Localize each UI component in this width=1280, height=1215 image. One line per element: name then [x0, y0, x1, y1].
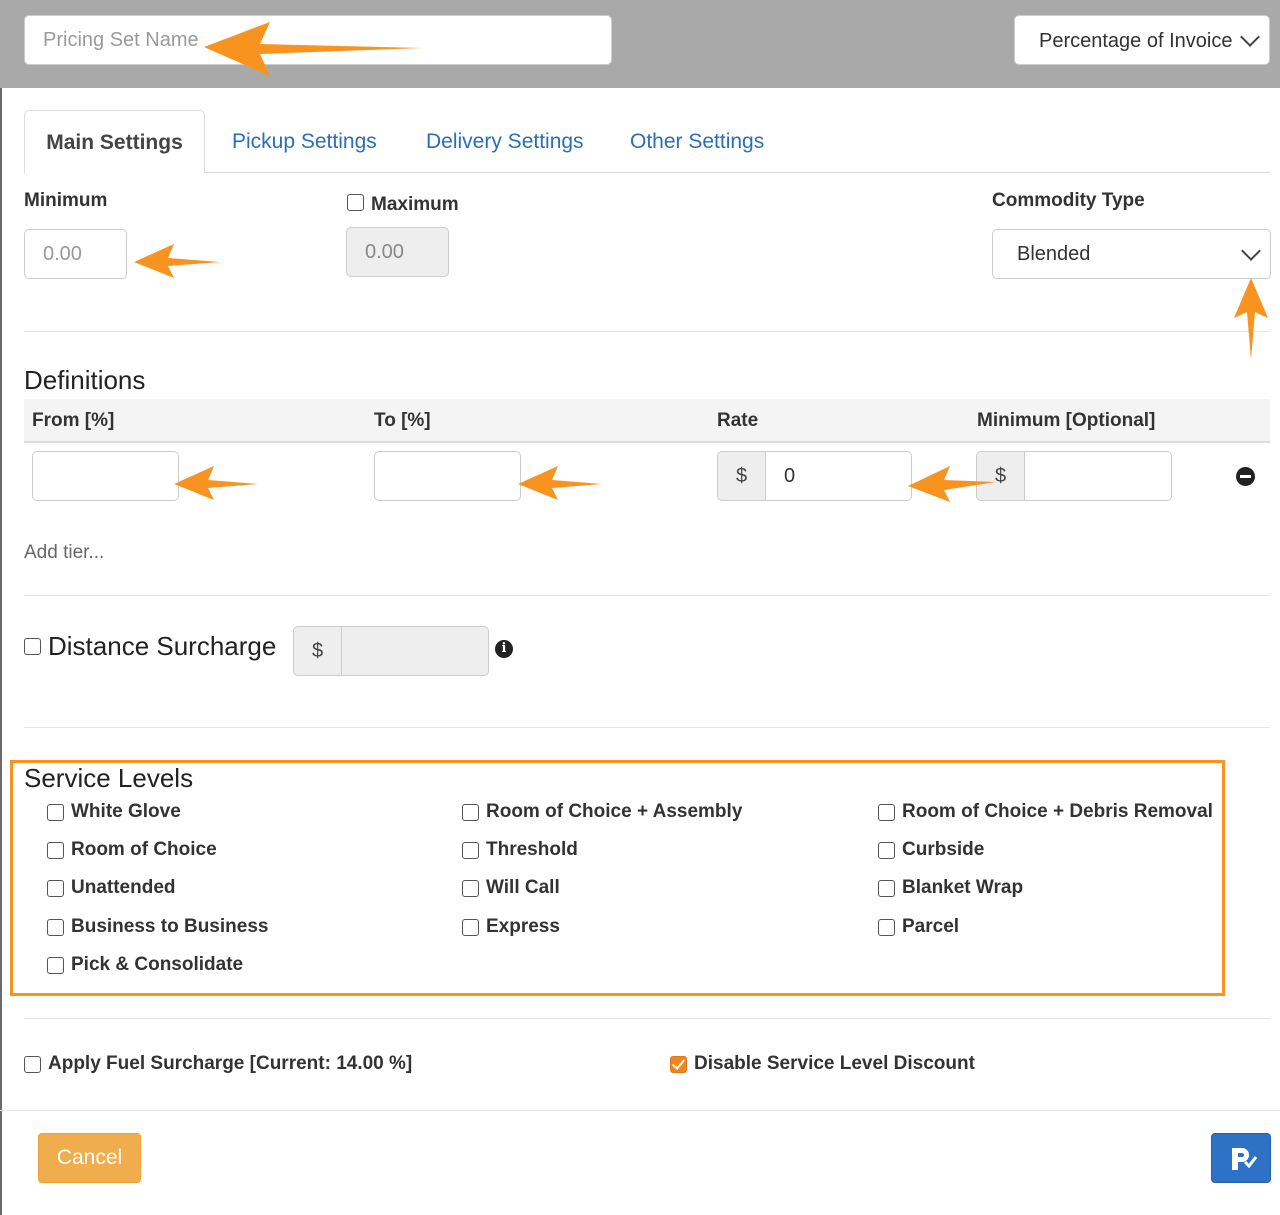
rate-value: 0 — [784, 464, 796, 487]
pricing-type-select[interactable]: Percentage of Invoice — [1014, 15, 1270, 65]
service-level-checkbox[interactable] — [878, 880, 895, 897]
definitions-title: Definitions — [24, 365, 146, 395]
service-level-label: Parcel — [902, 916, 960, 937]
to-percent-input[interactable] — [374, 451, 521, 501]
fuel-surcharge-checkbox[interactable] — [24, 1056, 41, 1073]
maximum-placeholder: 0.00 — [365, 240, 404, 263]
service-level-checkbox[interactable] — [878, 919, 895, 936]
distance-surcharge-label: Distance Surcharge — [48, 631, 277, 661]
service-level-label: Blanket Wrap — [902, 877, 1024, 898]
service-level-label: Room of Choice + Debris Removal — [902, 801, 1213, 822]
divider — [24, 595, 1270, 596]
add-tier-link[interactable]: Add tier... — [24, 542, 104, 564]
column-header-minimum-optional: Minimum [Optional] — [977, 410, 1156, 431]
column-header-from: From [%] — [32, 410, 115, 431]
service-level-label: Room of Choice — [71, 839, 217, 860]
service-level-label: Business to Business — [71, 916, 269, 937]
service-level-checkbox[interactable] — [47, 919, 64, 936]
left-edge — [0, 88, 2, 1215]
service-level-checkbox[interactable] — [878, 804, 895, 821]
annotation-arrow — [134, 244, 220, 278]
minimum-label: Minimum — [24, 190, 108, 211]
annotation-arrow — [174, 466, 258, 500]
divider — [24, 727, 1270, 728]
modal-header: Percentage of Invoice — [0, 0, 1280, 88]
column-header-to: To [%] — [374, 410, 431, 431]
service-level-checkbox[interactable] — [878, 842, 895, 859]
minimum-optional-currency-addon: $ — [976, 451, 1025, 501]
rate-input[interactable]: 0 — [765, 451, 912, 501]
fuel-surcharge-label: Apply Fuel Surcharge [Current: 14.00 %] — [48, 1053, 413, 1074]
commodity-type-label: Commodity Type — [992, 190, 1145, 211]
disable-service-level-discount-label: Disable Service Level Discount — [694, 1053, 975, 1074]
service-level-label: Room of Choice + Assembly — [486, 801, 743, 822]
service-level-checkbox[interactable] — [47, 804, 64, 821]
service-level-checkbox[interactable] — [47, 880, 64, 897]
commodity-type-select[interactable]: Blended — [992, 229, 1271, 279]
tab-pickup-settings[interactable]: Pickup Settings — [232, 110, 377, 173]
maximum-checkbox[interactable] — [347, 194, 364, 211]
annotation-arrow — [1234, 278, 1268, 360]
chevron-down-icon — [1241, 241, 1261, 261]
footer-divider — [0, 1110, 1280, 1111]
tab-other-settings[interactable]: Other Settings — [630, 110, 764, 173]
from-percent-input[interactable] — [32, 451, 179, 501]
distance-surcharge-checkbox[interactable] — [24, 638, 41, 655]
service-level-label: Curbside — [902, 839, 985, 860]
service-level-checkbox[interactable] — [462, 919, 479, 936]
pricing-set-name-input[interactable] — [24, 15, 612, 65]
settings-tabs: Main Settings Pickup Settings Delivery S… — [24, 110, 1270, 174]
column-header-rate: Rate — [717, 410, 759, 431]
chevron-down-icon — [1240, 27, 1260, 47]
minimum-optional-input[interactable] — [1024, 451, 1172, 501]
service-level-label: Unattended — [71, 877, 176, 898]
service-level-label: Threshold — [486, 839, 578, 860]
pricing-type-value: Percentage of Invoice — [1039, 30, 1233, 52]
service-level-checkbox[interactable] — [47, 842, 64, 859]
maximum-label: Maximum — [371, 194, 459, 215]
rate-currency-addon: $ — [717, 451, 766, 501]
save-icon — [1232, 1148, 1258, 1170]
service-level-label: White Glove — [71, 801, 181, 822]
commodity-type-value: Blended — [1017, 242, 1091, 265]
divider — [24, 331, 1270, 332]
service-level-label: Express — [486, 916, 560, 937]
service-level-checkbox[interactable] — [47, 957, 64, 974]
service-level-label: Will Call — [486, 877, 560, 898]
cancel-button[interactable]: Cancel — [38, 1133, 141, 1183]
save-button[interactable] — [1211, 1133, 1271, 1183]
minimum-input[interactable]: 0.00 — [24, 229, 127, 279]
distance-surcharge-currency-addon: $ — [293, 626, 342, 676]
disable-service-level-discount-checkbox[interactable] — [670, 1056, 687, 1073]
distance-surcharge-input — [341, 626, 489, 676]
service-level-checkbox[interactable] — [462, 880, 479, 897]
maximum-input: 0.00 — [346, 227, 449, 277]
definitions-table-header: From [%] To [%] Rate Minimum [Optional] — [24, 399, 1270, 443]
tab-delivery-settings[interactable]: Delivery Settings — [426, 110, 584, 173]
divider — [24, 1018, 1270, 1019]
service-levels-title: Service Levels — [24, 763, 194, 793]
annotation-arrow — [518, 466, 602, 500]
minimum-placeholder: 0.00 — [43, 242, 82, 265]
service-level-checkbox[interactable] — [462, 804, 479, 821]
remove-tier-icon[interactable] — [1236, 467, 1255, 486]
info-icon[interactable]: i — [495, 640, 513, 658]
tab-main-settings[interactable]: Main Settings — [24, 110, 205, 174]
service-level-checkbox[interactable] — [462, 842, 479, 859]
service-level-label: Pick & Consolidate — [71, 954, 244, 975]
